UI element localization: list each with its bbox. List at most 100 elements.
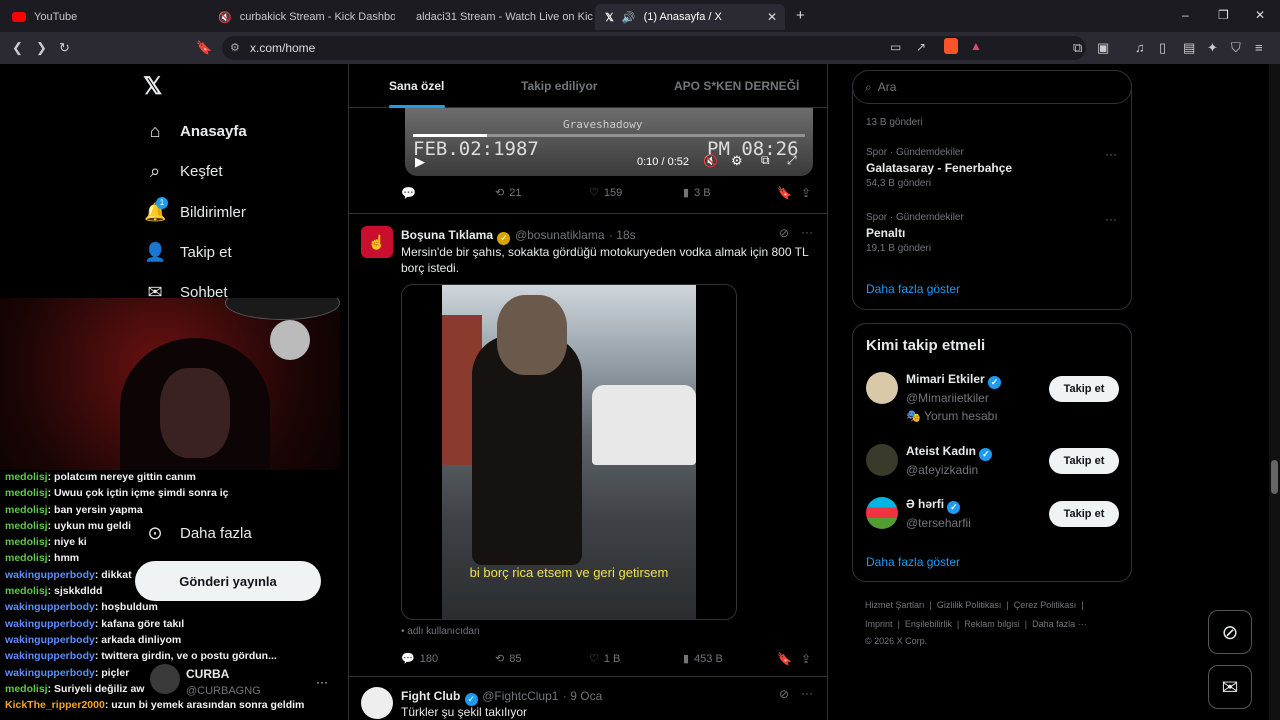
url-field[interactable]: ⚙ x.com/home ▭ ↗ ▲ [222, 36, 1086, 60]
footer-link[interactable]: Daha fazla ··· [1032, 619, 1087, 629]
search-box[interactable]: ⌕ [852, 70, 1132, 104]
user-name[interactable]: Mimari Etkiler [906, 372, 985, 386]
grok-icon[interactable]: ⊘ [779, 226, 789, 240]
search-input[interactable] [877, 80, 1098, 94]
user-avatar[interactable] [866, 444, 898, 476]
nav-notifications[interactable]: 🔔 1 Bildirimler [144, 197, 246, 223]
footer-link[interactable]: Erişilebilirlik [905, 619, 952, 629]
page-scrollbar[interactable] [1269, 64, 1280, 720]
tweet-more-icon[interactable]: ··· [801, 225, 813, 239]
follow-button[interactable]: Takip et [1049, 448, 1119, 474]
scrollbar-thumb[interactable] [1271, 460, 1278, 494]
reply-icon[interactable]: 💬 [401, 186, 416, 200]
x-logo[interactable]: 𝕏 [143, 72, 162, 101]
grok-icon[interactable]: ⊘ [779, 687, 789, 701]
share-icon[interactable]: ⇪ [801, 186, 811, 200]
video-player[interactable]: Graveshadowy FEB.02:1987 PM 08:26 ▶ 0:10… [405, 108, 813, 176]
tweet-handle[interactable]: @FightcClup1 [482, 689, 558, 703]
trend-more-icon[interactable]: ··· [1105, 212, 1117, 226]
tweet-more-icon[interactable]: ··· [801, 686, 813, 700]
bookmark-icon[interactable]: 🔖 [777, 186, 792, 200]
tab-custom-list[interactable]: APO S*KEN DERNEĞİ [674, 79, 799, 93]
tweet-time[interactable]: · 18s [609, 228, 636, 242]
close-window-button[interactable]: ✕ [1255, 8, 1265, 22]
tweet-handle[interactable]: @bosunatiklama [515, 228, 605, 242]
trend-item[interactable]: 13 B gönderi [866, 114, 923, 128]
minimize-button[interactable]: – [1182, 8, 1189, 22]
forward-icon[interactable]: ❯ [36, 40, 47, 56]
new-tab-button[interactable]: + [796, 7, 805, 24]
nav-home[interactable]: ⌂ Anasayfa [144, 121, 247, 142]
tweet-author[interactable]: Boşuna Tıklama [401, 228, 493, 242]
back-icon[interactable]: ❮ [12, 40, 23, 56]
tab-following[interactable]: Takip ediliyor [521, 79, 597, 93]
tweet-avatar[interactable] [361, 687, 393, 719]
settings-icon[interactable]: ⚙ [731, 153, 743, 169]
follow-button[interactable]: Takip et [1049, 376, 1119, 402]
views-button[interactable]: ▮ 453 B [683, 652, 723, 666]
tab-for-you[interactable]: Sana özel [389, 79, 444, 93]
user-name[interactable]: Ə hərfi [906, 497, 944, 511]
bookmark-icon[interactable]: 🔖 [196, 40, 212, 56]
retweet-button[interactable]: ⟲ 85 [495, 652, 521, 666]
extensions-icon[interactable]: ⧉ [1073, 40, 1082, 56]
share-icon[interactable]: ⇪ [801, 652, 811, 666]
footer-link[interactable]: Hizmet Şartları [865, 600, 925, 610]
follow-suggestion[interactable]: Ə hərfi ✓ @terseharfii [866, 497, 971, 530]
close-tab-icon[interactable]: ✕ [767, 10, 777, 24]
tweet-video[interactable]: bi borç rica etsem ve geri getirsem [401, 284, 737, 620]
video-progress-track[interactable] [413, 134, 805, 137]
retweet-button[interactable]: ⟲ 21 [495, 186, 521, 200]
follow-suggestion[interactable]: Mimari Etkiler ✓ @Mimariietkiler 🎭 Yorum… [866, 372, 1002, 423]
footer-link[interactable]: Çerez Politikası [1014, 600, 1077, 610]
trend-item[interactable]: Spor · Gündemdekiler Galatasaray - Fener… [866, 147, 1012, 189]
wallet-icon[interactable]: ▤ [1183, 40, 1195, 56]
user-avatar[interactable] [866, 497, 898, 529]
brave-rewards-icon[interactable]: ▲ [970, 39, 982, 53]
music-icon[interactable]: ♫ [1135, 40, 1145, 55]
grok-fab[interactable]: ⊘ [1208, 610, 1252, 654]
play-icon[interactable]: ▶ [415, 154, 425, 170]
ai-icon[interactable]: ✦ [1207, 40, 1218, 56]
footer-link[interactable]: Reklam bilgisi [964, 619, 1020, 629]
tab-manager-icon[interactable]: ▣ [1097, 40, 1109, 56]
bookmark-icon[interactable]: 🔖 [777, 652, 792, 666]
trend-item[interactable]: Spor · Gündemdekiler Penaltı 19,1 B gönd… [866, 212, 964, 254]
show-more-trends-link[interactable]: Daha fazla göster [866, 282, 960, 296]
reply-button[interactable]: 💬 180 [401, 652, 438, 666]
tweet[interactable]: ☝ Boşuna Tıklama ✓ @bosunatiklama · 18s … [349, 213, 827, 675]
follow-button[interactable]: Takip et [1049, 501, 1119, 527]
trend-more-icon[interactable]: ··· [1105, 147, 1117, 161]
views-button[interactable]: ▮ 3 B [683, 186, 711, 200]
menu-icon[interactable]: ≡ [1255, 40, 1263, 55]
tab-aldaci31[interactable]: aldaci31 Stream - Watch Live on Kick [398, 4, 593, 30]
user-avatar[interactable] [866, 372, 898, 404]
like-button[interactable]: ♡ 1 B [589, 652, 620, 666]
vpn-icon[interactable]: ⛉ [1231, 40, 1241, 56]
tab-youtube[interactable]: YouTube [2, 4, 197, 30]
user-name[interactable]: Ateist Kadın [906, 444, 976, 458]
footer-link[interactable]: Imprint [865, 619, 893, 629]
maximize-button[interactable]: ❐ [1218, 8, 1229, 22]
share-icon[interactable]: ↗ [916, 40, 926, 54]
show-more-follow-link[interactable]: Daha fazla göster [866, 555, 960, 569]
nav-follow[interactable]: 👤 Takip et [144, 242, 232, 263]
follow-suggestion[interactable]: Ateist Kadın ✓ @ateyizkadin [866, 444, 993, 477]
reload-icon[interactable]: ↻ [59, 40, 70, 56]
tweet-author[interactable]: Fight Club [401, 689, 460, 703]
fullscreen-icon[interactable]: ⤢ [787, 153, 797, 168]
tweet-time[interactable]: · 9 Oca [563, 689, 602, 703]
nav-explore[interactable]: ⌕ Keşfet [144, 161, 223, 182]
like-button[interactable]: ♡ 159 [589, 186, 622, 200]
tweet-avatar[interactable]: ☝ [361, 226, 393, 258]
sidebar-icon[interactable]: ▯ [1159, 40, 1166, 56]
mute-icon[interactable]: 🔇 [703, 154, 718, 168]
site-settings-icon[interactable]: ⚙ [230, 41, 240, 54]
footer-link[interactable]: Gizlilik Politikası [937, 600, 1002, 610]
tweet[interactable]: Fight Club ✓ @FightcClup1 · 9 Oca ⊘ ··· … [349, 676, 827, 720]
brave-shield-icon[interactable] [944, 38, 958, 54]
pip-icon[interactable]: ⧉ [761, 153, 770, 168]
tab-curbakick[interactable]: 🔇 curbakick Stream - Kick Dashboa [200, 4, 395, 30]
messages-fab[interactable]: ✉ [1208, 665, 1252, 709]
tab-x-home[interactable]: 𝕏 🔊 (1) Anasayfa / X ✕ [595, 4, 785, 30]
